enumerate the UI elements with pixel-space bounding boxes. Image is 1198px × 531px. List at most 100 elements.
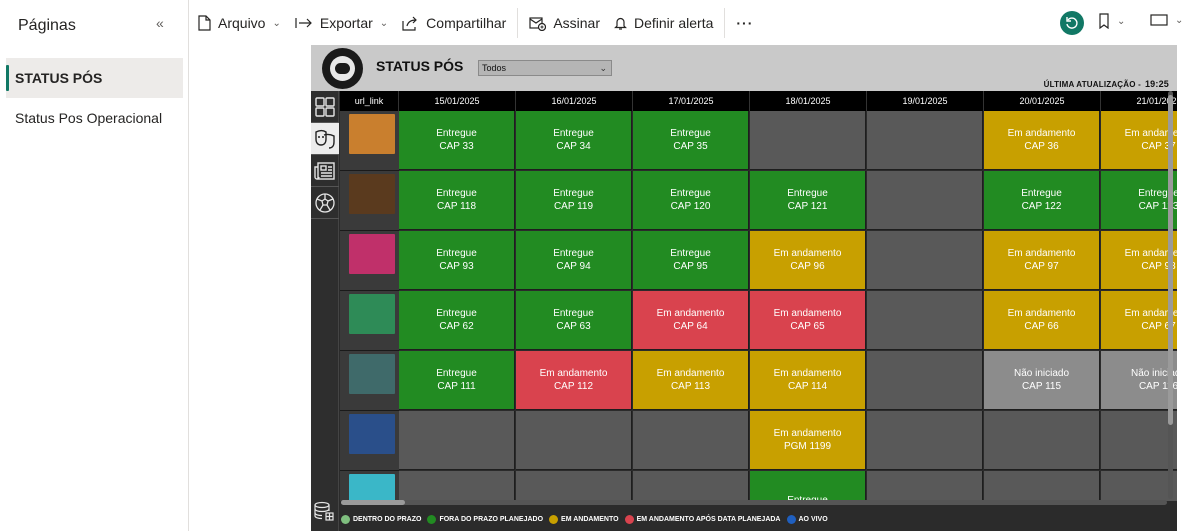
status-cell[interactable] (867, 411, 983, 470)
page-item-status-pos-operacional[interactable]: Status Pos Operacional (6, 98, 183, 138)
status-cell[interactable]: Em andamento CAP 65 (750, 291, 866, 350)
status-cell[interactable]: Entregue CAP 123 (1101, 171, 1177, 230)
program-thumbnail-cell[interactable] (340, 171, 399, 231)
scrollbar-thumb[interactable] (341, 500, 405, 505)
chevron-down-icon: ⌄ (272, 17, 281, 29)
status-cell[interactable] (399, 411, 515, 470)
bookmark-icon (1099, 13, 1109, 29)
column-header-date: 15/01/2025 (399, 91, 516, 111)
pages-pane: Páginas « STATUS PÓS Status Pos Operacio… (0, 0, 189, 531)
status-cell[interactable]: Em andamento CAP 66 (984, 291, 1100, 350)
episode-label: CAP 96 (790, 261, 825, 272)
horizontal-scrollbar[interactable] (341, 500, 1167, 505)
program-thumbnail-cell[interactable] (340, 231, 399, 291)
status-cell[interactable] (633, 471, 749, 501)
program-thumbnail-cell[interactable] (340, 411, 399, 471)
status-cell[interactable]: Entregue CAP 94 (516, 231, 632, 290)
status-label: Em andamento (1007, 128, 1076, 139)
status-cell[interactable]: Em andamentoCAP 37 (1101, 111, 1177, 170)
status-cell[interactable] (516, 471, 632, 501)
program-thumbnail-cell[interactable] (340, 291, 399, 351)
status-cell[interactable]: Entregue CAP 120 (633, 171, 749, 230)
legend-item: DENTRO DO PRAZO (341, 514, 421, 524)
status-cell[interactable]: Entregue CAP 118 (399, 171, 515, 230)
legend-item: FORA DO PRAZO PLANEJADO (427, 514, 544, 524)
filter-dropdown[interactable]: Todos ⌄ (478, 60, 612, 76)
status-label: Entregue (670, 248, 711, 259)
vertical-scrollbar[interactable] (1168, 91, 1173, 499)
status-cell[interactable]: Em andamento CAP 112 (516, 351, 632, 410)
status-cell[interactable]: Em andamentoCAP 98 (1101, 231, 1177, 290)
status-cell[interactable]: Entregue CAP 62 (399, 291, 515, 350)
scrollbar-thumb[interactable] (1168, 95, 1173, 425)
status-cell[interactable] (399, 471, 515, 501)
status-cell[interactable]: Em andamento PGM 1199 (750, 411, 866, 470)
status-cell[interactable]: Em andamentoCAP 67 (1101, 291, 1177, 350)
status-cell[interactable]: Em andamento CAP 113 (633, 351, 749, 410)
episode-label: CAP 119 (553, 201, 594, 212)
set-alert-button[interactable]: Definir alerta (607, 7, 720, 39)
program-thumbnail-image (349, 414, 395, 454)
status-cell[interactable] (867, 471, 983, 501)
page-item-status-pos[interactable]: STATUS PÓS (6, 58, 183, 98)
legend-label: FORA DO PRAZO PLANEJADO (439, 515, 544, 523)
subscribe-button[interactable]: Assinar (522, 7, 607, 39)
bookmark-button[interactable]: ⌄ (1098, 13, 1125, 29)
status-cell[interactable]: Em andamento CAP 36 (984, 111, 1100, 170)
status-cell[interactable]: Entregue CAP 93 (399, 231, 515, 290)
status-label: Entregue (1021, 188, 1062, 199)
status-cell[interactable] (984, 411, 1100, 470)
last-update-label: ÚLTIMA ATUALIZAÇÃO - (1043, 80, 1141, 89)
share-button[interactable]: Compartilhar (395, 7, 513, 39)
status-cell[interactable]: Não iniciado CAP 115 (984, 351, 1100, 410)
double-chevron-left-icon[interactable]: « (156, 15, 164, 31)
episode-label: CAP 66 (1024, 321, 1059, 332)
rail-button-all[interactable] (311, 91, 339, 123)
status-cell[interactable]: Não iniciadoCAP 116 (1101, 351, 1177, 410)
legend-label: EM ANDAMENTO (561, 515, 619, 523)
status-cell[interactable] (867, 111, 983, 170)
rail-button-jornalismo[interactable] (311, 155, 339, 187)
subscribe-label: Assinar (553, 15, 600, 31)
status-cell[interactable]: Entregue CAP 119 (516, 171, 632, 230)
database-icon[interactable] (313, 500, 335, 527)
status-cell[interactable]: Em andamento CAP 96 (750, 231, 866, 290)
status-cell[interactable]: Em andamento CAP 97 (984, 231, 1100, 290)
view-button[interactable]: ⌄ (1150, 13, 1183, 27)
status-cell[interactable]: Em andamento CAP 114 (750, 351, 866, 410)
status-cell[interactable] (750, 111, 866, 170)
status-cell[interactable] (867, 291, 983, 350)
program-thumbnail-image (349, 234, 395, 274)
export-button[interactable]: Exportar ⌄ (288, 7, 395, 39)
file-button[interactable]: Arquivo ⌄ (190, 7, 288, 39)
status-cell[interactable] (867, 351, 983, 410)
status-cell[interactable]: Entregue CAP 63 (516, 291, 632, 350)
status-cell[interactable]: Entregue CAP 95 (633, 231, 749, 290)
status-cell[interactable] (1101, 471, 1177, 501)
status-cell[interactable] (516, 411, 632, 470)
status-cell[interactable] (867, 231, 983, 290)
program-thumbnail-cell[interactable] (340, 111, 399, 171)
status-cell[interactable]: Entregue CAP 35 (633, 111, 749, 170)
status-cell[interactable]: Entregue CAP 111 (399, 351, 515, 410)
status-cell[interactable]: Entregue CAP 121 (750, 171, 866, 230)
status-cell[interactable]: Entregue CAP 34 (516, 111, 632, 170)
program-thumbnail-cell[interactable] (340, 471, 399, 501)
status-cell[interactable] (1101, 411, 1177, 470)
rail-button-esporte[interactable] (311, 187, 339, 219)
status-cell[interactable]: Entregue (750, 471, 866, 501)
status-cell[interactable]: Em andamento CAP 64 (633, 291, 749, 350)
status-cell[interactable] (867, 171, 983, 230)
program-thumbnail-cell[interactable] (340, 351, 399, 411)
refresh-button[interactable] (1060, 11, 1084, 35)
status-cell[interactable]: Entregue CAP 122 (984, 171, 1100, 230)
status-cell[interactable] (633, 411, 749, 470)
subscribe-mail-icon (529, 17, 547, 31)
toolbar: Arquivo ⌄ Exportar ⌄ Compartilhar Assina… (190, 0, 1198, 46)
status-cell[interactable] (984, 471, 1100, 501)
rail-button-novelas[interactable] (311, 123, 339, 155)
status-cell[interactable]: Entregue CAP 33 (399, 111, 515, 170)
program-thumbnail-image (349, 474, 395, 501)
more-options-button[interactable]: ··· (729, 7, 760, 39)
status-label: Em andamento (773, 308, 842, 319)
